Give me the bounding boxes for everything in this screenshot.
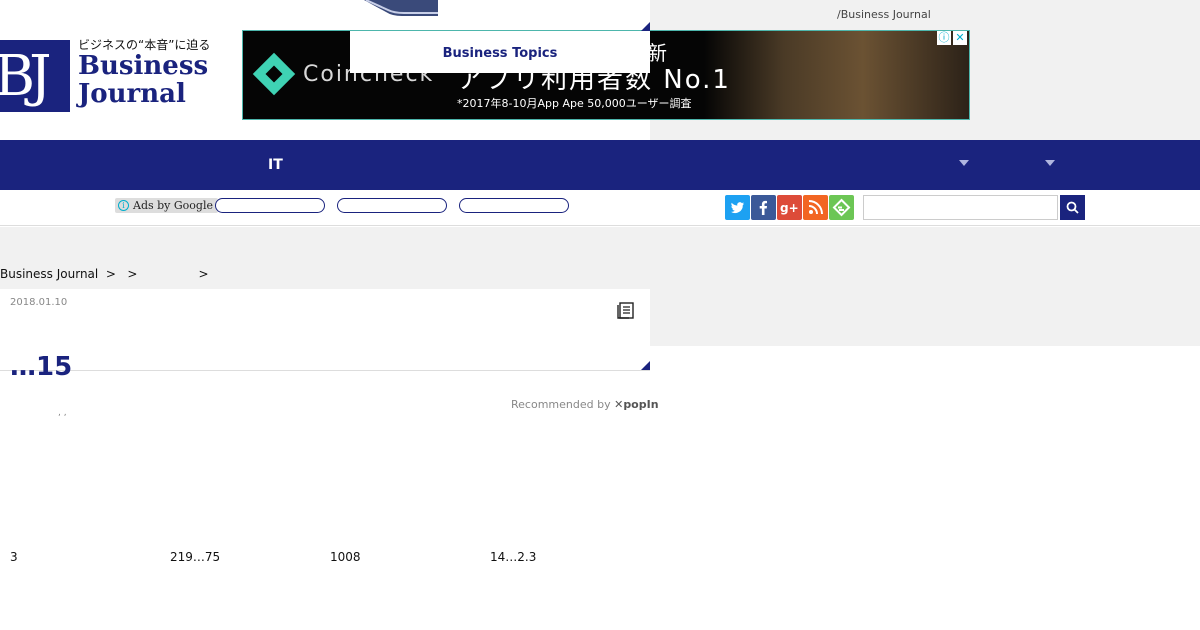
ad-link-pill[interactable] bbox=[215, 198, 325, 213]
corner-marker-icon bbox=[641, 361, 650, 370]
twitter-icon[interactable] bbox=[725, 195, 750, 220]
main-nav: IT bbox=[0, 140, 1200, 190]
info-icon: i bbox=[118, 200, 129, 211]
recommended-label: Recommended by bbox=[511, 398, 611, 411]
article-tags: , , bbox=[58, 408, 67, 418]
feedly-icon[interactable] bbox=[829, 195, 854, 220]
corner-marker-icon bbox=[641, 22, 650, 31]
business-topics-tab[interactable]: Business Topics bbox=[350, 31, 650, 73]
stat-value: 14…2.3 bbox=[490, 550, 537, 564]
logo-line-1: Business bbox=[78, 51, 209, 81]
coincheck-logo-icon bbox=[252, 52, 296, 96]
ad-info-icon[interactable]: ⓘ bbox=[937, 31, 951, 45]
facebook-icon[interactable] bbox=[751, 195, 776, 220]
sub-toolbar: i Ads by Google g+ bbox=[0, 190, 1200, 226]
article-title: …15 bbox=[10, 352, 73, 382]
ad-footnote: *2017年8-10月App Ape 50,000ユーザー調査 bbox=[457, 97, 692, 110]
breadcrumb: Business Journal > > > bbox=[0, 267, 209, 281]
logo-wordmark: Business Journal bbox=[78, 52, 208, 108]
article-header: 2018.01.10 bbox=[0, 289, 650, 371]
breadcrumb-home[interactable]: Business Journal bbox=[0, 267, 98, 281]
recommended-by[interactable]: Recommended by ✕popIn bbox=[511, 398, 659, 411]
search-icon bbox=[1066, 201, 1079, 214]
popin-logo-icon: ✕popIn bbox=[614, 398, 659, 411]
site-logo[interactable]: BJ ビジネスの“本音”に迫る Business Journal bbox=[0, 36, 210, 120]
site-tagline: /Business Journal bbox=[837, 8, 931, 21]
ad-photo bbox=[704, 31, 969, 119]
ad-link-pill[interactable] bbox=[337, 198, 447, 213]
search-input[interactable] bbox=[863, 195, 1058, 220]
nav-item-it[interactable]: IT bbox=[268, 157, 283, 173]
ad-choices[interactable]: ⓘ ✕ bbox=[937, 31, 967, 45]
stat-value: 219…75 bbox=[170, 550, 221, 564]
page: /Business Journal BJ ビジネスの“本音”に迫る Busine… bbox=[0, 0, 1200, 630]
google-plus-icon[interactable]: g+ bbox=[777, 195, 802, 220]
document-icon[interactable] bbox=[616, 300, 636, 320]
ad-headline-fragment: 新 bbox=[647, 41, 669, 65]
ad-link-pill[interactable] bbox=[459, 198, 569, 213]
nav-dropdown-caret-icon[interactable] bbox=[959, 160, 969, 166]
rss-icon[interactable] bbox=[803, 195, 828, 220]
breadcrumb-separator: > bbox=[105, 267, 116, 281]
stat-value: 3 bbox=[10, 550, 18, 564]
search-button[interactable] bbox=[1060, 195, 1085, 220]
article-date: 2018.01.10 bbox=[10, 297, 68, 308]
sidebar-backdrop bbox=[650, 289, 1200, 346]
breadcrumb-separator: > bbox=[127, 267, 138, 281]
svg-text:g+: g+ bbox=[780, 201, 799, 215]
logo-mark: BJ bbox=[0, 40, 70, 112]
nav-dropdown-caret-icon[interactable] bbox=[1045, 160, 1055, 166]
ad-close-icon[interactable]: ✕ bbox=[953, 31, 967, 45]
stat-value: 1008 bbox=[330, 550, 361, 564]
product-image bbox=[364, 0, 438, 16]
logo-line-2: Journal bbox=[78, 79, 186, 109]
breadcrumb-separator: > bbox=[198, 267, 209, 281]
ads-by-google[interactable]: i Ads by Google bbox=[115, 198, 218, 213]
